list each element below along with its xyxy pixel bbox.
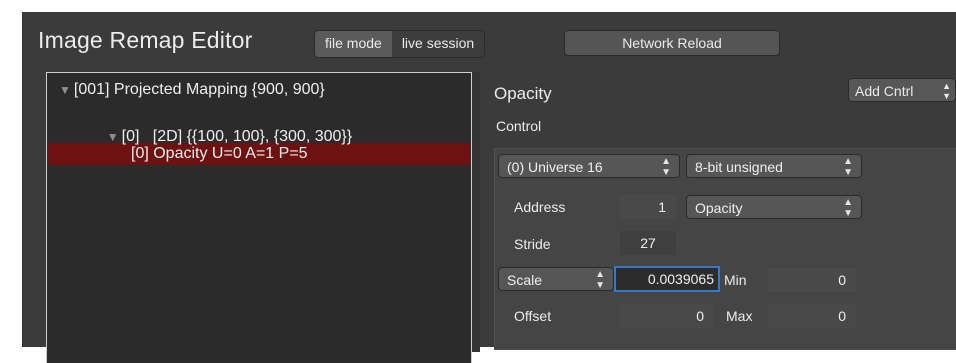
scale-select[interactable]: Scale ▲ ▼ [498,267,614,291]
universe-value: (0) Universe 16 [507,159,603,175]
disclosure-triangle-icon[interactable]: ▼ [59,83,71,97]
network-reload-button[interactable]: Network Reload [564,30,780,56]
stride-field[interactable]: 27 [620,231,676,255]
scale-select-value: Scale [507,272,543,288]
min-label: Min [724,272,747,288]
address-field[interactable]: 1 [620,195,676,219]
popup-arrows-icon: ▲ ▼ [843,197,853,219]
stride-label: Stride [514,236,551,252]
scale-field[interactable]: 0.0039065 [614,266,720,292]
tree-row-label: [0] [2D] {{100, 100}, {300, 300}} [121,128,353,145]
format-select[interactable]: 8-bit unsigned ▲ ▼ [686,154,862,178]
tree-row-label: [0] Opacity U=0 A=1 P=5 [131,145,308,162]
popup-arrows-icon: ▲ ▼ [661,156,671,178]
live-session-tab[interactable]: live session [391,31,485,57]
min-field[interactable]: 0 [768,268,856,292]
max-field[interactable]: 0 [768,304,856,328]
format-value: 8-bit unsigned [695,159,783,175]
window-title: Image Remap Editor [38,27,253,53]
control-subheading: Control [496,118,542,134]
file-mode-tab[interactable]: file mode [315,31,392,57]
address-type-select[interactable]: Opacity ▲ ▼ [686,195,862,219]
tree-row-label: [001] Projected Mapping {900, 900} [73,81,325,98]
popup-arrows-icon: ▲ ▼ [942,81,951,101]
address-type-value: Opacity [695,200,743,216]
universe-select[interactable]: (0) Universe 16 ▲ ▼ [498,154,680,178]
add-control-button[interactable]: Add Cntrl ▲ ▼ [848,78,956,102]
mode-segmented-control: file mode live session [314,30,486,58]
popup-arrows-icon: ▲ ▼ [595,269,605,291]
tree-row-projected-mapping[interactable]: ▼ [001] Projected Mapping {900, 900} [59,81,325,99]
mapping-tree[interactable]: ▼ [001] Projected Mapping {900, 900} ▼ [0]… [46,72,472,363]
split-divider[interactable] [472,72,480,352]
add-control-label: Add Cntrl [855,83,914,99]
max-label: Max [726,308,753,324]
tree-row-opacity[interactable]: [0] Opacity U=0 A=1 P=5 [131,145,308,163]
offset-label: Offset [514,308,552,324]
disclosure-triangle-icon[interactable]: ▼ [107,130,119,144]
popup-arrows-icon: ▲ ▼ [843,156,853,178]
offset-field[interactable]: 0 [620,304,714,328]
address-label: Address [514,199,566,215]
panel-heading: Opacity [494,84,552,103]
